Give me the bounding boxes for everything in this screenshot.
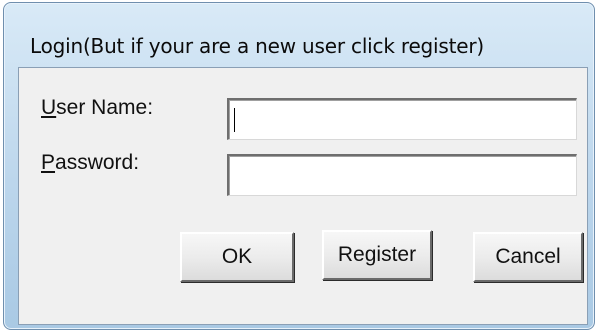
title-bar[interactable]: Login(But if your are a new user click r… <box>4 3 594 59</box>
password-access-key: P <box>41 151 56 174</box>
username-access-key: U <box>41 96 57 119</box>
username-field[interactable] <box>227 98 577 140</box>
cancel-button[interactable]: Cancel <box>473 232 583 282</box>
username-label-text: ser Name: <box>56 96 154 119</box>
password-field[interactable] <box>227 154 577 196</box>
register-button[interactable]: Register <box>322 230 432 280</box>
username-label: User Name: <box>41 96 153 120</box>
login-dialog: Login(But if your are a new user click r… <box>3 2 595 330</box>
password-label-text: assword: <box>55 151 140 174</box>
ok-button[interactable]: OK <box>180 232 294 282</box>
password-label: Password: <box>41 151 139 175</box>
dialog-title: Login(But if your are a new user click r… <box>30 34 485 58</box>
text-caret <box>234 108 235 132</box>
dialog-body: User Name: Password: OK Register Cancel <box>18 67 588 325</box>
